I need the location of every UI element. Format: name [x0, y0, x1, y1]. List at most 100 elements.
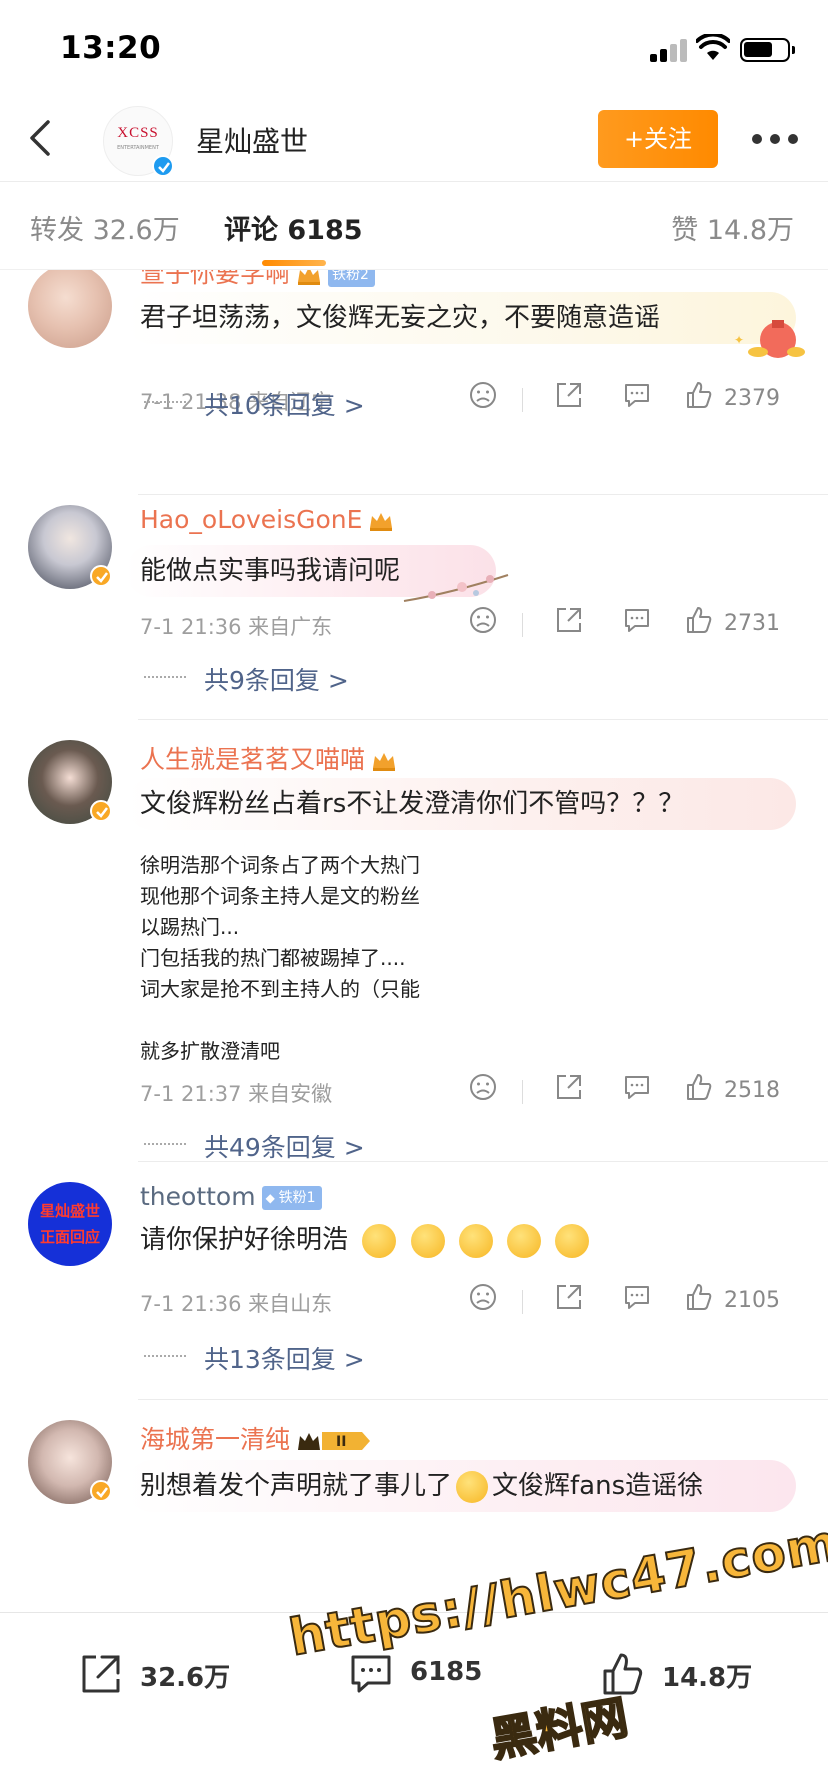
replies-text: 共9条回复 > — [204, 666, 349, 695]
follow-button[interactable]: +关注 — [598, 110, 718, 168]
status-time: 13:20 — [60, 30, 162, 66]
view-replies-link[interactable]: 共49条回复 > — [204, 1128, 365, 1164]
account-avatar[interactable]: XCSS ENTERTAINMENT — [103, 106, 174, 177]
comment-item: 萱子你要学啊 铁粉2 君子坦荡荡，文俊辉无妄之灾，不要随意造谣 ✦ 7-1 21:… — [0, 270, 828, 495]
comment-meta: 7-1 21:36 来自山东 — [140, 1292, 333, 1316]
tab-reposts[interactable]: 转发 32.6万 — [30, 208, 180, 247]
tab-comments[interactable]: 评论 6185 — [224, 208, 363, 247]
comment-text: 文俊辉粉丝占着rs不让发澄清你们不管吗？？？ — [140, 789, 685, 819]
user-avatar[interactable] — [28, 270, 112, 348]
like-icon[interactable] — [684, 1072, 714, 1102]
comment-icon[interactable] — [622, 380, 652, 410]
active-tab-indicator — [262, 260, 326, 266]
comment-bubble: 文俊辉粉丝占着rs不让发澄清你们不管吗？？？ — [126, 778, 796, 830]
comment-list[interactable]: 萱子你要学啊 铁粉2 君子坦荡荡，文俊辉无妄之灾，不要随意造谣 ✦ 7-1 21:… — [0, 270, 828, 1612]
user-avatar[interactable] — [28, 740, 112, 824]
crown-icon — [298, 270, 321, 285]
comment-icon[interactable] — [622, 605, 652, 635]
svg-text:✦: ✦ — [734, 333, 744, 347]
like-count: 2379 — [724, 386, 780, 411]
cellular-signal-icon — [650, 38, 690, 62]
like-count: 2731 — [724, 611, 780, 636]
avatar-text-line2: 正面回应 — [39, 1228, 100, 1246]
coin-bag-sticker-icon: ✦ — [734, 320, 805, 358]
verified-badge-icon — [152, 155, 174, 177]
comment-text: 别想着发个声明就了事儿了 — [140, 1471, 453, 1501]
tab-likes[interactable]: 赞 14.8万 — [671, 208, 794, 247]
nav-bar: XCSS ENTERTAINMENT 星灿盛世 +关注 — [0, 96, 828, 182]
comment-actions: 2518 — [468, 1072, 798, 1112]
view-replies-link[interactable]: 共10条回复 > — [204, 386, 365, 422]
svg-text:II: II — [336, 1434, 346, 1450]
comment-icon[interactable] — [622, 1282, 652, 1312]
comment-text: 请你保护好徐明浩 — [140, 1225, 349, 1255]
battery-icon — [740, 38, 795, 62]
username[interactable]: theottom ◆ 铁粉1 — [140, 1182, 322, 1211]
comment-meta: 7-1 21:37 来自安徽 — [140, 1082, 333, 1106]
share-icon[interactable] — [554, 380, 584, 410]
verified-badge-icon — [90, 565, 112, 587]
back-arrow-icon[interactable] — [22, 118, 62, 158]
comment-count: 6185 — [410, 1657, 483, 1687]
dots-divider — [144, 1143, 186, 1145]
page-title[interactable]: 星灿盛世 — [196, 120, 308, 160]
share-icon[interactable] — [554, 1072, 584, 1102]
smile-emoji-icon — [458, 1223, 493, 1258]
like-count-total: 14.8万 — [662, 1663, 753, 1693]
username[interactable]: 海城第一清纯 II — [140, 1420, 374, 1456]
avatar-text-line1: 星灿盛世 — [39, 1202, 100, 1220]
like-icon[interactable] — [684, 605, 714, 635]
comment-text: 君子坦荡荡，文俊辉无妄之灾，不要随意造谣 — [140, 303, 661, 333]
dislike-icon[interactable] — [468, 380, 498, 410]
wifi-icon — [696, 34, 730, 60]
comment-actions: 2379 — [468, 380, 798, 420]
smile-emoji-icon — [410, 1223, 445, 1258]
share-icon[interactable] — [554, 605, 584, 635]
comment-text-continued: 文俊辉fans造谣徐 — [492, 1471, 704, 1501]
like-icon[interactable] — [684, 380, 714, 410]
svip-badge-icon: II — [298, 1432, 371, 1450]
like-icon[interactable] — [684, 1282, 714, 1312]
dislike-icon[interactable] — [468, 605, 498, 635]
smile-emoji-icon — [362, 1223, 397, 1258]
share-icon[interactable] — [554, 1282, 584, 1312]
view-replies-link[interactable]: 共9条回复 > — [204, 661, 349, 697]
dots-divider — [144, 676, 186, 678]
like-count: 2105 — [724, 1288, 780, 1313]
comment-item: 星灿盛世 正面回应 theottom ◆ 铁粉1 请你保护好徐明浩 7-1 21:… — [0, 1162, 828, 1400]
dislike-icon[interactable] — [468, 1282, 498, 1312]
user-avatar[interactable] — [28, 1420, 112, 1504]
username-text: 人生就是茗茗又喵喵 — [140, 745, 366, 774]
replies-text: 共49条回复 > — [204, 1133, 365, 1162]
flower-branch-sticker-icon — [403, 574, 509, 602]
avatar-logo: XCSS — [117, 125, 159, 141]
username[interactable]: Hao_oLoveisGonE — [140, 505, 394, 534]
verified-badge-icon — [90, 1480, 112, 1502]
user-avatar[interactable] — [28, 505, 112, 589]
tabs-bar: 转发 32.6万 评论 6185 赞 14.8万 — [0, 182, 828, 270]
username-text: Hao_oLoveisGonE — [140, 505, 363, 534]
repost-button[interactable]: 32.6万 — [78, 1643, 230, 1703]
user-avatar[interactable]: 星灿盛世 正面回应 — [28, 1182, 112, 1266]
shocked-emoji-icon — [456, 1470, 489, 1503]
more-options-icon[interactable] — [752, 134, 798, 146]
comment-image-text[interactable]: 徐明浩那个词条占了两个大热门 现他那个词条主持人是文的粉丝 以踢热门... 门包… — [140, 850, 470, 1060]
verified-badge-icon — [90, 800, 112, 822]
comment-button[interactable]: 6185 — [348, 1643, 498, 1703]
comment-bubble-icon — [351, 1655, 391, 1693]
comment-text: 能做点实事吗我请问呢 — [140, 556, 401, 586]
thumbs-up-icon — [603, 1653, 643, 1695]
comment-meta: 7-1 21:36 来自广东 — [140, 615, 333, 639]
view-replies-link[interactable]: 共13条回复 > — [204, 1340, 365, 1376]
username-text: theottom — [140, 1182, 256, 1211]
comment-icon[interactable] — [622, 1072, 652, 1102]
username[interactable]: 萱子你要学啊 铁粉2 — [140, 270, 375, 290]
username[interactable]: 人生就是茗茗又喵喵 — [140, 740, 397, 776]
comment-item: 人生就是茗茗又喵喵 文俊辉粉丝占着rs不让发澄清你们不管吗？？？ 徐明浩那个词条… — [0, 720, 828, 1162]
dislike-icon[interactable] — [468, 1072, 498, 1102]
comment-actions: 2105 — [468, 1282, 798, 1322]
dots-divider — [144, 1355, 186, 1357]
repost-icon — [82, 1655, 120, 1693]
comment-item: 海城第一清纯 II 别想着发个声明就了事儿了 文俊辉fans造谣徐 — [0, 1400, 828, 1560]
like-button[interactable]: 14.8万 — [600, 1643, 770, 1703]
